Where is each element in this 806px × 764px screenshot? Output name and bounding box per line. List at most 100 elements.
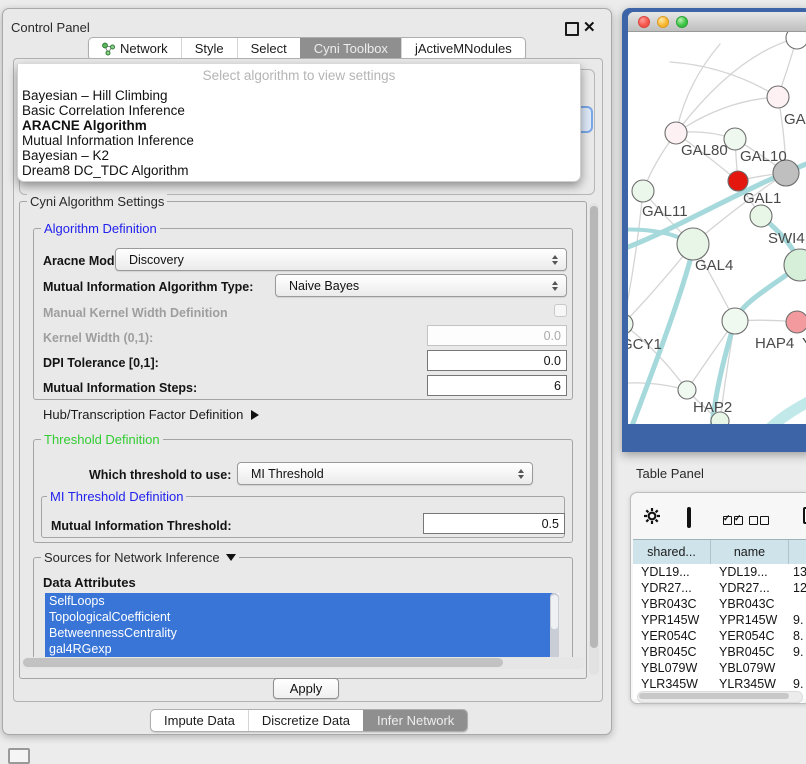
apply-button[interactable]: Apply — [273, 678, 339, 699]
manual-kernel-width-checkbox[interactable] — [554, 304, 567, 317]
mi-threshold-field[interactable]: 0.5 — [423, 513, 565, 534]
tab-style[interactable]: Style — [181, 38, 237, 60]
select-all-icon[interactable] — [723, 512, 745, 530]
which-threshold-combo[interactable]: MI Threshold — [237, 462, 533, 485]
table-cell: YBL079W — [633, 660, 711, 676]
network-node-gal[interactable] — [767, 86, 789, 108]
manual-kernel-width-label: Manual Kernel Width Definition — [43, 306, 228, 320]
table-cell: YBR045C — [711, 644, 789, 660]
table-cell: YER054C — [633, 628, 711, 644]
hub-definition-disclosure[interactable]: Hub/Transcription Factor Definition — [43, 407, 259, 422]
table-cell: 9. — [789, 676, 806, 692]
attribute-item-betweennesscentrality[interactable]: BetweennessCentrality — [45, 625, 554, 641]
network-edge[interactable] — [628, 191, 643, 324]
network-node-hap2[interactable] — [678, 381, 696, 399]
dropdown-item-bayesian-k2[interactable]: Bayesian – K2 — [18, 148, 580, 163]
tab-infer-network[interactable]: Infer Network — [363, 710, 467, 731]
combo-arrows-icon — [552, 255, 558, 265]
tab-network[interactable]: Network — [89, 38, 181, 60]
network-edge[interactable] — [766, 398, 806, 424]
column-header-name[interactable]: name — [711, 540, 789, 564]
table-row[interactable]: YLR345WYLR345W9. — [633, 676, 806, 692]
combo-arrows-icon — [552, 281, 558, 291]
node-label-gcy1: GCY1 — [628, 336, 662, 353]
tab-impute-data[interactable]: Impute Data — [151, 710, 248, 731]
control-panel-window: Control Panel ✕ NetworkStyleSelectCyni T… — [2, 8, 612, 735]
tab-discretize-data[interactable]: Discretize Data — [248, 710, 363, 731]
cyni-algorithm-settings-title: Cyni Algorithm Settings — [27, 194, 167, 209]
combo-arrows-icon — [518, 469, 524, 479]
network-node-gal80[interactable] — [665, 122, 687, 144]
table-row[interactable]: YDL19...YDL19...13 — [633, 564, 806, 580]
which-threshold-label: Which threshold to use: — [89, 468, 231, 482]
dropdown-item-aracne-algorithm[interactable]: ARACNE Algorithm — [18, 118, 580, 133]
tab-select[interactable]: Select — [237, 38, 300, 60]
sources-group-title: Sources for Network Inference — [44, 550, 220, 565]
column-header-shared-name[interactable]: shared... — [633, 540, 711, 564]
table-row[interactable]: YBL079WYBL079W — [633, 660, 806, 676]
attributes-list-scrollbar-thumb[interactable] — [551, 595, 558, 629]
kernel-width-field[interactable]: 0.0 — [427, 325, 567, 346]
float-window-icon[interactable] — [565, 22, 579, 36]
network-node-hap4[interactable] — [722, 308, 748, 334]
deselect-all-icon[interactable] — [749, 512, 771, 530]
dpi-tolerance-field[interactable]: 0.0 — [427, 350, 567, 371]
dropdown-item-basic-correlation-inference[interactable]: Basic Correlation Inference — [18, 103, 580, 118]
settings-vertical-scrollbar[interactable] — [589, 203, 599, 675]
table-cell: YPR145W — [711, 612, 789, 628]
minimize-traffic-light-icon[interactable] — [657, 16, 669, 28]
network-node-swi4[interactable] — [750, 205, 772, 227]
attribute-item-gal4rgexp[interactable]: gal4RGexp — [45, 641, 554, 657]
table-row[interactable]: YBR043CYBR043C — [633, 596, 806, 612]
dropdown-item-dream8-dc-tdc-algorithm[interactable]: Dream8 DC_TDC Algorithm — [18, 163, 580, 178]
tab-cyni-toolbox[interactable]: Cyni Toolbox — [300, 38, 401, 60]
attributes-list-scrollbar[interactable] — [550, 593, 559, 663]
tab-jactivemnodules[interactable]: jActiveMNodules — [401, 38, 525, 60]
table-cell: YPR145W — [633, 612, 711, 628]
node-label-hap4: HAP4 — [755, 335, 794, 352]
zoom-traffic-light-icon[interactable] — [676, 16, 688, 28]
mi-algorithm-type-value: Naive Bayes — [289, 279, 359, 293]
close-panel-icon[interactable]: ✕ — [583, 18, 596, 36]
network-edge[interactable] — [676, 97, 778, 133]
table-row[interactable]: YER054CYER054C8. — [633, 628, 806, 644]
sources-group-header[interactable]: Sources for Network Inference — [41, 550, 239, 565]
table-row[interactable]: YPR145WYPR145W9. — [633, 612, 806, 628]
attribute-item-selfloops[interactable]: SelfLoops — [45, 593, 554, 609]
network-node-gal11[interactable] — [632, 180, 654, 202]
column-header-partial[interactable]: A — [789, 540, 806, 564]
node-label-swi4: SWI4 — [768, 230, 805, 247]
mi-algorithm-type-combo[interactable]: Naive Bayes — [275, 274, 567, 297]
kernel-width-label: Kernel Width (0,1): — [43, 331, 153, 345]
dropdown-item-mutual-information-inference[interactable]: Mutual Information Inference — [18, 133, 580, 148]
network-node-gal4[interactable] — [677, 228, 709, 260]
columns-icon[interactable] — [687, 507, 691, 528]
network-node-gal1[interactable] — [728, 171, 748, 191]
mi-threshold-label: Mutual Information Threshold: — [51, 519, 232, 533]
settings-horizontal-scrollbar[interactable] — [21, 657, 585, 669]
collapsed-arrow-icon — [251, 410, 259, 420]
network-node[interactable] — [786, 32, 806, 49]
network-node-y[interactable] — [786, 311, 806, 333]
network-canvas[interactable]: GALGAL80GAL10GAL1SWI4GAL4GAL11HAP4YGCY1H… — [628, 32, 806, 424]
table-row[interactable]: YBR045CYBR045C9. — [633, 644, 806, 660]
settings-vertical-scrollbar-thumb[interactable] — [590, 206, 598, 648]
table-horizontal-scrollbar[interactable] — [637, 691, 803, 703]
network-window-titlebar[interactable] — [628, 12, 806, 32]
network-view-inner-window: GALGAL80GAL10GAL1SWI4GAL4GAL11HAP4YGCY1H… — [628, 12, 806, 424]
table-horizontal-scrollbar-thumb[interactable] — [639, 693, 789, 699]
gear-icon[interactable] — [643, 507, 661, 525]
settings-horizontal-scrollbar-thumb[interactable] — [23, 658, 503, 667]
mi-steps-field[interactable]: 6 — [427, 375, 567, 396]
table-row[interactable]: YDR27...YDR27...12 — [633, 580, 806, 596]
attribute-item-topologicalcoefficient[interactable]: TopologicalCoefficient — [45, 609, 554, 625]
close-traffic-light-icon[interactable] — [638, 16, 650, 28]
table-cell: 8. — [789, 628, 806, 644]
table-cell: YDL19... — [711, 564, 789, 580]
data-attributes-list[interactable]: SelfLoopsTopologicalCoefficientBetweenne… — [45, 593, 559, 663]
dropdown-item-bayesian-hill-climbing[interactable]: Bayesian – Hill Climbing — [18, 88, 580, 103]
algorithm-dropdown-list: Select algorithm to view settings Bayesi… — [17, 64, 581, 182]
node-label-hap2: HAP2 — [693, 399, 732, 416]
aracne-mode-combo[interactable]: Discovery — [115, 248, 567, 271]
node-label-gal10: GAL10 — [740, 148, 787, 165]
